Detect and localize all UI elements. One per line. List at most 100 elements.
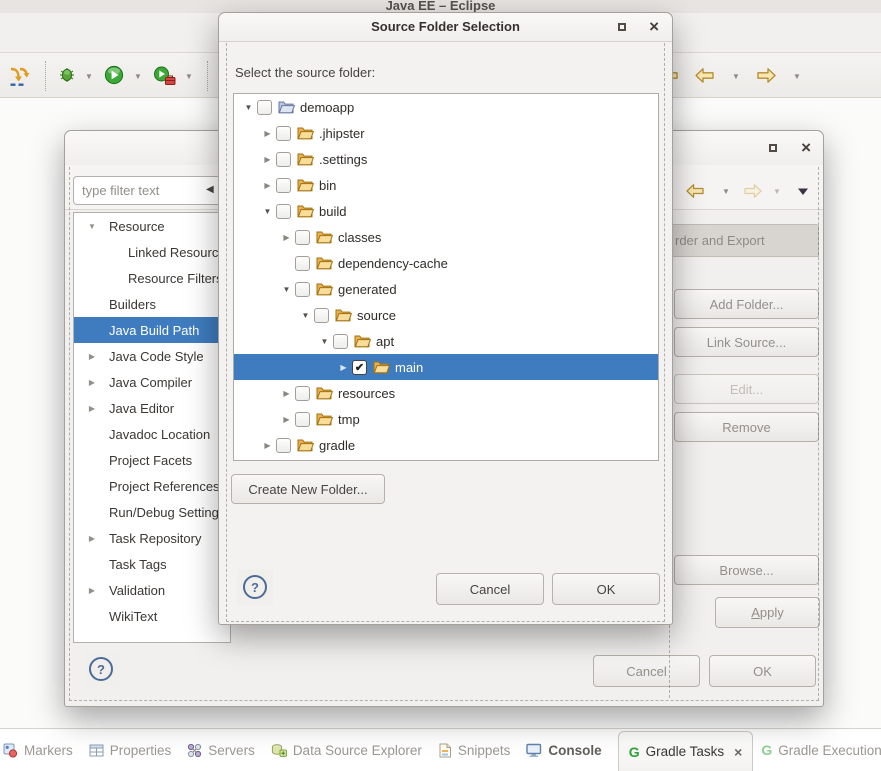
sidebar-item-resource-filters[interactable]: Resource Filters [74,265,230,291]
checkbox[interactable] [276,178,291,193]
sidebar-item-java-build-path[interactable]: Java Build Path [74,317,230,343]
tree-item-main[interactable]: ▶✔main [234,354,658,380]
tree-item-gradle[interactable]: ▶gradle [234,432,658,458]
sidebar-item-resource[interactable]: ▼Resource [74,213,230,239]
forward-icon[interactable] [743,183,763,199]
expander-closed-icon[interactable]: ▶ [84,534,100,543]
view-menu-icon[interactable] [797,187,809,196]
sidebar-item-javadoc-location[interactable]: Javadoc Location [74,421,230,447]
tab-console[interactable]: Console [526,743,601,758]
expander-open-icon[interactable]: ▼ [240,103,257,112]
back-icon[interactable] [694,67,715,84]
tab-markers[interactable]: Markers [3,743,73,758]
tab-gradle-executions[interactable]: GGradle Executions [761,743,881,758]
forward-dropdown-icon[interactable]: ▼ [793,72,801,81]
close-icon[interactable]: × [649,18,659,35]
expander-closed-icon[interactable]: ▶ [335,363,352,372]
maximize-icon[interactable] [618,23,626,31]
expander-open-icon[interactable]: ▼ [297,311,314,320]
checkbox[interactable] [295,282,310,297]
back-dropdown-icon[interactable]: ▼ [732,72,740,81]
help-button[interactable]: ? [237,569,273,605]
sidebar-item-validation[interactable]: ▶Validation [74,577,230,603]
sidebar-item-project-references[interactable]: Project References [74,473,230,499]
tree-item-source[interactable]: ▼source [234,302,658,328]
expander-open-icon[interactable]: ▼ [316,337,333,346]
ok-button[interactable]: OK [552,573,660,605]
edit-button[interactable]: Edit... [674,374,819,404]
sidebar-item-java-compiler[interactable]: ▶Java Compiler [74,369,230,395]
tree-item-build[interactable]: ▼build [234,198,658,224]
tree-item-.settings[interactable]: ▶.settings [234,146,658,172]
checkbox[interactable] [276,438,291,453]
tab-gradle-tasks[interactable]: GGradle Tasks× [618,731,754,771]
checkbox[interactable] [333,334,348,349]
checkbox[interactable] [314,308,329,323]
sidebar-item-project-facets[interactable]: Project Facets [74,447,230,473]
expander-closed-icon[interactable]: ▶ [84,378,100,387]
cancel-button[interactable]: Cancel [436,573,544,605]
sidebar-item-java-code-style[interactable]: ▶Java Code Style [74,343,230,369]
forward-dropdown-icon[interactable]: ▼ [773,187,781,196]
checkbox[interactable] [295,230,310,245]
back-dropdown-icon[interactable]: ▼ [722,187,730,196]
checkbox[interactable] [295,256,310,271]
run-external-icon[interactable] [153,66,176,86]
link-source-button[interactable]: Link Source... [674,327,819,357]
tree-item-demoapp[interactable]: ▼demoapp [234,94,658,120]
expander-closed-icon[interactable]: ▶ [278,233,295,242]
expander-closed-icon[interactable]: ▶ [278,415,295,424]
create-new-folder-button[interactable]: Create New Folder... [231,474,385,504]
sidebar-item-task-tags[interactable]: Task Tags [74,551,230,577]
tab-properties[interactable]: Properties [89,743,172,758]
checkbox[interactable] [295,412,310,427]
sidebar-item-linked-resources[interactable]: Linked Resources [74,239,230,265]
sidebar-item-task-repository[interactable]: ▶Task Repository [74,525,230,551]
debug-icon[interactable] [58,66,76,84]
tree-item-classes[interactable]: ▶classes [234,224,658,250]
forward-icon[interactable] [756,67,777,84]
tree-item-apt[interactable]: ▼apt [234,328,658,354]
checkbox[interactable] [276,204,291,219]
expander-closed-icon[interactable]: ▶ [259,155,276,164]
run-dropdown-icon[interactable]: ▼ [134,72,142,81]
sidebar-item-run-debug-settings[interactable]: Run/Debug Settings [74,499,230,525]
checkbox[interactable]: ✔ [352,360,367,375]
sidebar-item-builders[interactable]: Builders [74,291,230,317]
checkbox[interactable] [276,126,291,141]
remove-button[interactable]: Remove [674,412,819,442]
run-external-dropdown-icon[interactable]: ▼ [185,72,193,81]
tree-item-resources[interactable]: ▶resources [234,380,658,406]
tree-item-generated[interactable]: ▼generated [234,276,658,302]
tree-item-.jhipster[interactable]: ▶.jhipster [234,120,658,146]
checkbox[interactable] [295,386,310,401]
expander-closed-icon[interactable]: ▶ [259,441,276,450]
expander-open-icon[interactable]: ▼ [84,222,100,231]
add-folder-button[interactable]: Add Folder... [674,289,819,319]
expander-closed-icon[interactable]: ▶ [259,129,276,138]
expander-open-icon[interactable]: ▼ [259,207,276,216]
expander-open-icon[interactable]: ▼ [278,285,295,294]
expander-closed-icon[interactable]: ▶ [259,181,276,190]
debug-dropdown-icon[interactable]: ▼ [85,72,93,81]
help-button[interactable]: ? [83,651,119,687]
sidebar-item-java-editor[interactable]: ▶Java Editor [74,395,230,421]
expander-closed-icon[interactable]: ▶ [84,586,100,595]
tree-item-tmp[interactable]: ▶tmp [234,406,658,432]
expander-closed-icon[interactable]: ▶ [84,404,100,413]
tab-servers[interactable]: Servers [187,743,255,758]
tree-item-bin[interactable]: ▶bin [234,172,658,198]
tab-data-source-explorer[interactable]: Data Source Explorer [271,743,422,758]
expander-closed-icon[interactable]: ▶ [278,389,295,398]
maximize-icon[interactable] [769,144,777,152]
tree-item-dependency-cache[interactable]: dependency-cache [234,250,658,276]
checkbox[interactable] [257,100,272,115]
expander-closed-icon[interactable]: ▶ [84,352,100,361]
tab-snippets[interactable]: Snippets [438,743,511,758]
filter-input[interactable] [73,176,223,205]
properties-ok-button[interactable]: OK [709,655,816,687]
checkbox[interactable] [276,152,291,167]
browse-button[interactable]: Browse... [674,555,819,585]
apply-button[interactable]: Apply [715,597,820,628]
back-icon[interactable] [685,183,705,199]
